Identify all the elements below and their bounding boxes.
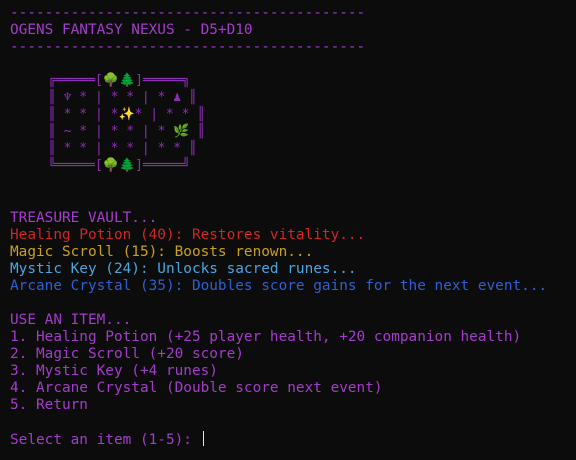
game-map: ╔═════[🌳🌲]═════╗ ║ ♆ * | * * | * ♟ ║ ║ *…: [48, 72, 205, 174]
map-row: ╚═════[🌳🌲]═════╝: [48, 158, 190, 173]
menu-option-2: 2. Magic Scroll (+20 score): [10, 346, 244, 362]
map-row: ║ ♆ * | * * | * ♟ ║: [48, 90, 197, 105]
map-row: ║ * * | * * | * * ║: [48, 141, 197, 156]
map-row: ║ ~ * | * * | * 🌿 ║: [48, 124, 206, 139]
vault-heading: TREASURE VAULT...: [10, 210, 158, 226]
vault-item-mystic-key: Mystic Key (24): Unlocks sacred runes...: [10, 261, 357, 277]
map-row: ║ * * | *✨* | * * ║: [48, 107, 206, 122]
menu-heading: USE AN ITEM...: [10, 312, 132, 328]
item-prompt[interactable]: Select an item (1-5):: [10, 431, 204, 449]
menu-option-3: 3. Mystic Key (+4 runes): [10, 363, 218, 379]
map-row: ╔═════[🌳🌲]═════╗: [48, 73, 190, 88]
text-cursor: [202, 431, 204, 446]
header-rule-bottom: ----------------------------------------…: [10, 39, 366, 55]
page-title: OGENS FANTASY NEXUS - D5+D10: [10, 22, 253, 38]
header-rule-top: ----------------------------------------…: [10, 5, 366, 21]
menu-option-4: 4. Arcane Crystal (Double score next eve…: [10, 380, 383, 396]
menu-option-1: 1. Healing Potion (+25 player health, +2…: [10, 329, 522, 345]
vault-item-magic-scroll: Magic Scroll (15): Boosts renown...: [10, 244, 314, 260]
vault-item-healing-potion: Healing Potion (40): Restores vitality..…: [10, 227, 366, 243]
terminal-window: ----------------------------------------…: [0, 0, 576, 460]
vault-item-arcane-crystal: Arcane Crystal (35): Doubles score gains…: [10, 278, 548, 294]
prompt-label: Select an item (1-5):: [10, 432, 201, 448]
menu-option-5: 5. Return: [10, 397, 88, 413]
